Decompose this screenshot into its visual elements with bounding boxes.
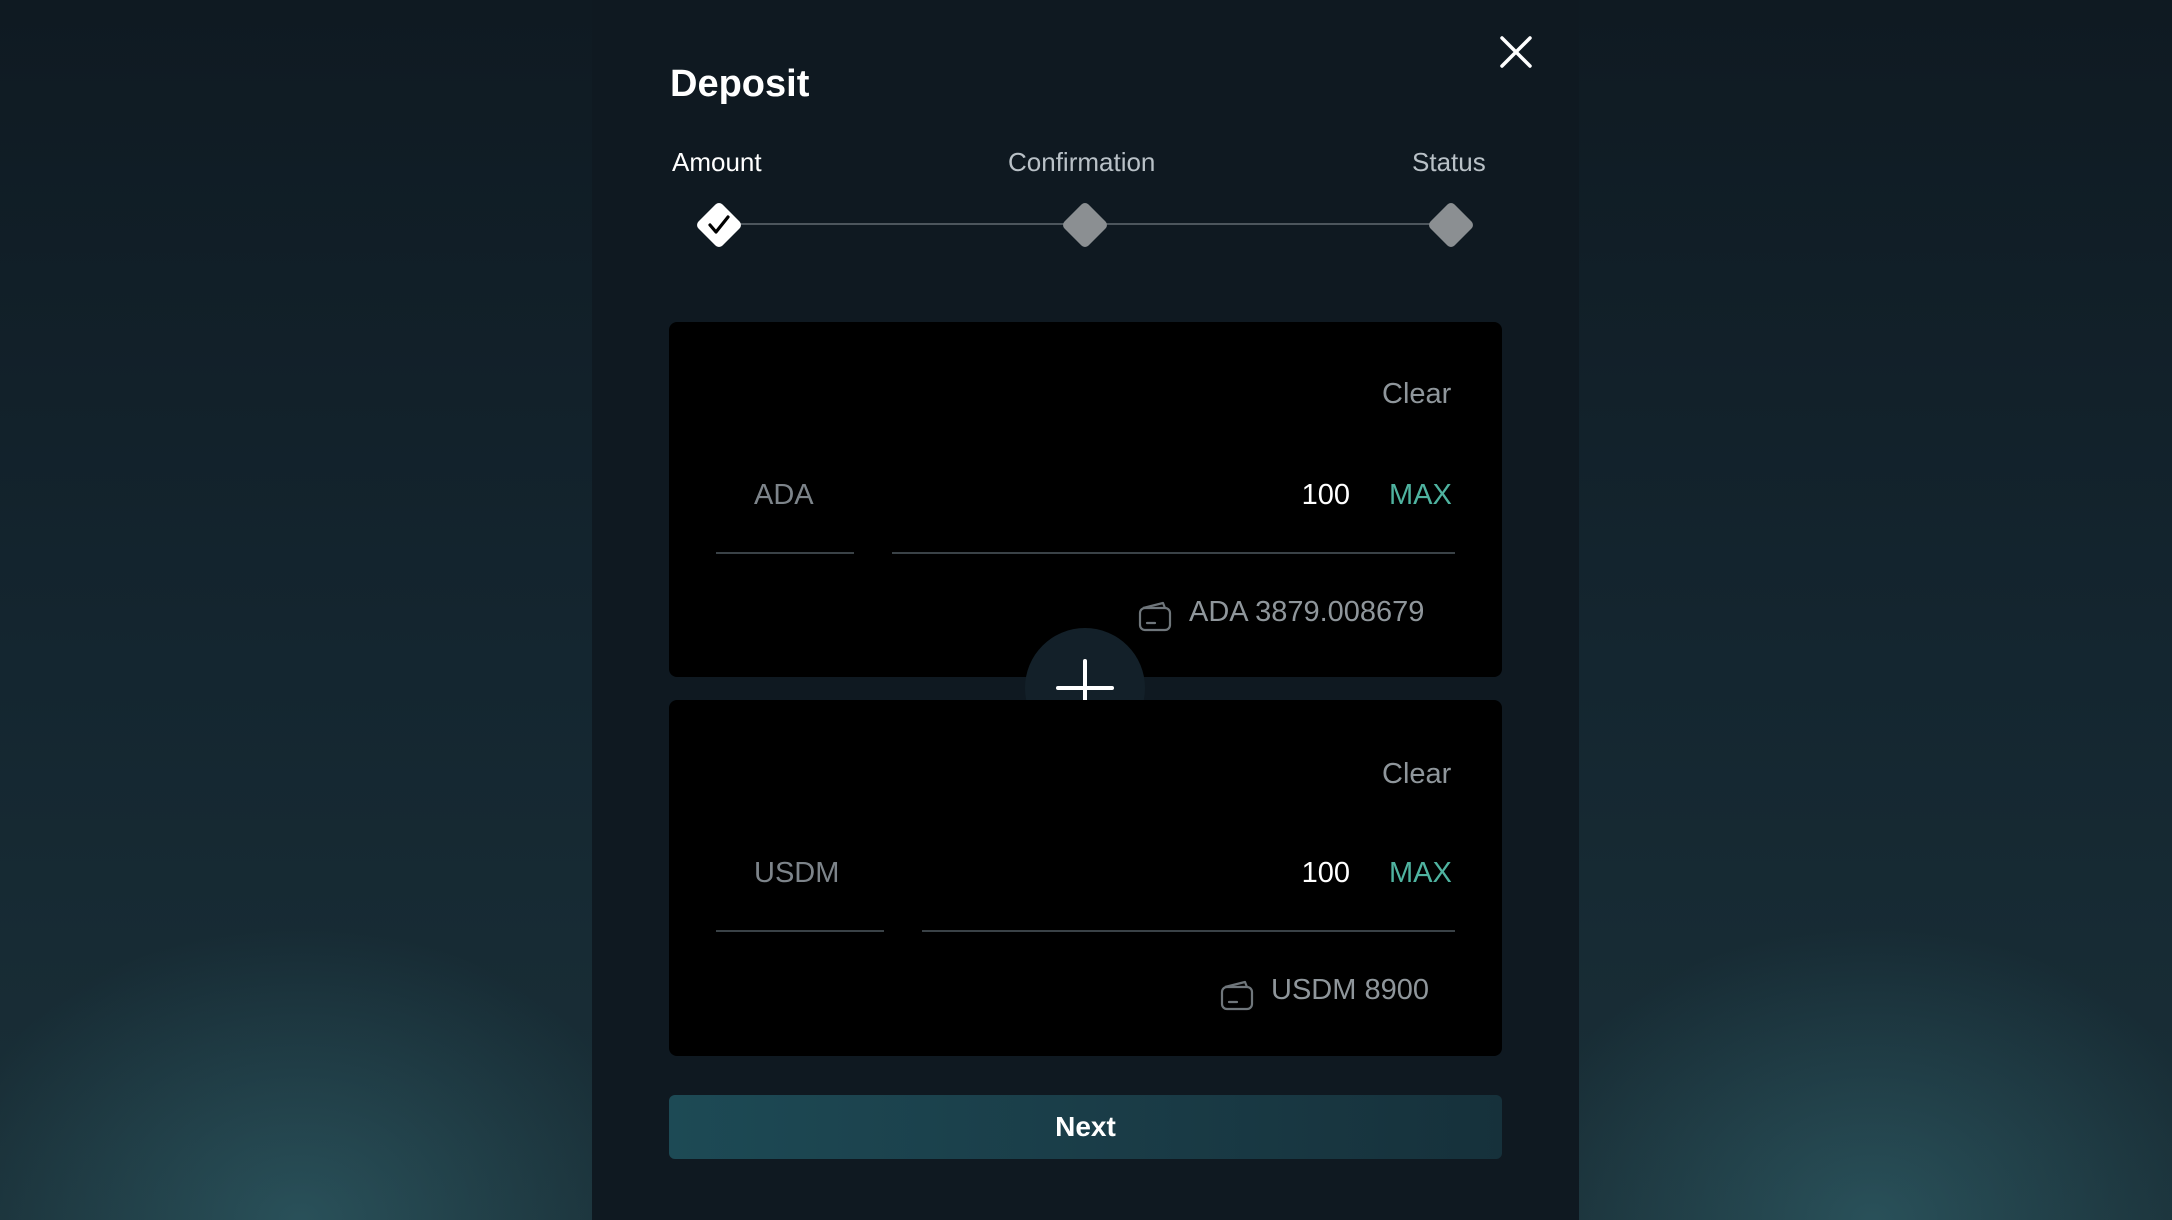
clear-button[interactable]: Clear [1382,758,1451,791]
step-connector [1105,223,1431,225]
step-label-confirmation: Confirmation [1008,147,1156,177]
close-icon[interactable] [1496,32,1536,72]
amount-underline [892,552,1455,554]
amount-input-usdm[interactable]: 100 [1250,857,1350,890]
balance-ada: ADA 3879.008679 [1189,596,1425,628]
token-underline [716,552,854,554]
balance-usdm: USDM 8900 [1271,974,1429,1006]
step-label-status: Status [1412,147,1486,177]
max-button[interactable]: MAX [1389,479,1452,512]
token-select-ada[interactable]: ADA [754,479,814,512]
wallet-icon [1220,980,1254,1011]
token-underline [716,930,884,932]
amount-underline [922,930,1455,932]
step-label-amount: Amount [672,147,762,177]
clear-button[interactable]: Clear [1382,378,1451,411]
step-connector [740,223,1066,225]
amount-input-ada[interactable]: 100 [1250,479,1350,512]
token-select-usdm[interactable]: USDM [754,857,839,890]
dialog-title: Deposit [670,63,810,105]
next-button[interactable]: Next [669,1095,1502,1159]
wallet-icon [1138,601,1172,632]
checkmark-icon [708,215,730,234]
max-button[interactable]: MAX [1389,857,1452,890]
